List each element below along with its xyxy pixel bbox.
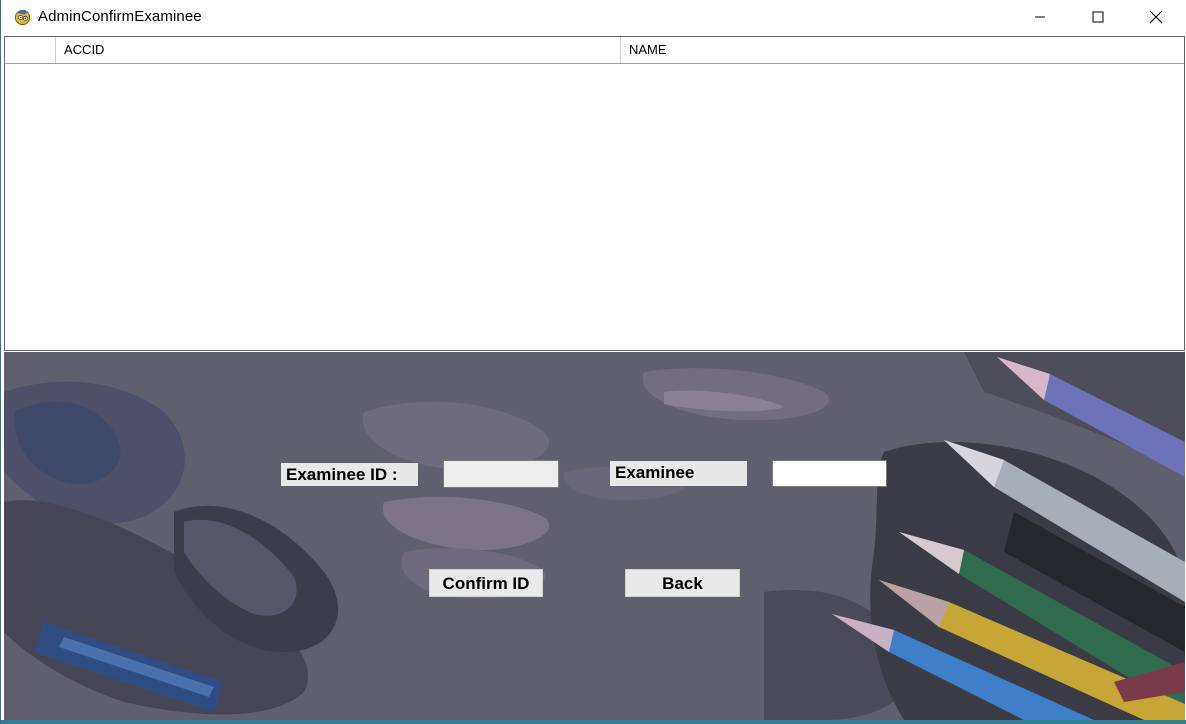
grid-row-header-corner[interactable] (5, 37, 56, 63)
minimize-icon (1035, 16, 1045, 18)
examinee-data-grid[interactable]: ACCID NAME (4, 36, 1185, 351)
title-bar[interactable]: AdminConfirmExaminee (1, 0, 1186, 34)
background-panel (4, 352, 1185, 720)
examinee-name-input[interactable] (772, 460, 887, 487)
window-bottom-border (1, 720, 1186, 724)
window-title: AdminConfirmExaminee (38, 8, 202, 25)
maximize-button[interactable] (1069, 0, 1127, 34)
close-button[interactable] (1127, 0, 1185, 34)
column-header-accid[interactable]: ACCID (56, 37, 621, 63)
close-icon (1149, 10, 1163, 24)
maximize-icon (1092, 11, 1104, 23)
confirm-id-button[interactable]: Confirm ID (429, 569, 543, 597)
app-icon (14, 9, 31, 26)
back-button[interactable]: Back (625, 569, 740, 597)
column-header-name[interactable]: NAME (621, 37, 1184, 63)
minimize-button[interactable] (1011, 0, 1069, 34)
pencils-background-image (4, 352, 1185, 720)
grid-header: ACCID NAME (5, 37, 1184, 64)
examinee-label: Examinee (610, 461, 747, 486)
examinee-id-input[interactable] (443, 460, 559, 488)
examinee-id-label: Examinee ID : (281, 463, 418, 486)
admin-confirm-examinee-window: AdminConfirmExaminee ACCID NAME Examinee… (0, 0, 1186, 724)
